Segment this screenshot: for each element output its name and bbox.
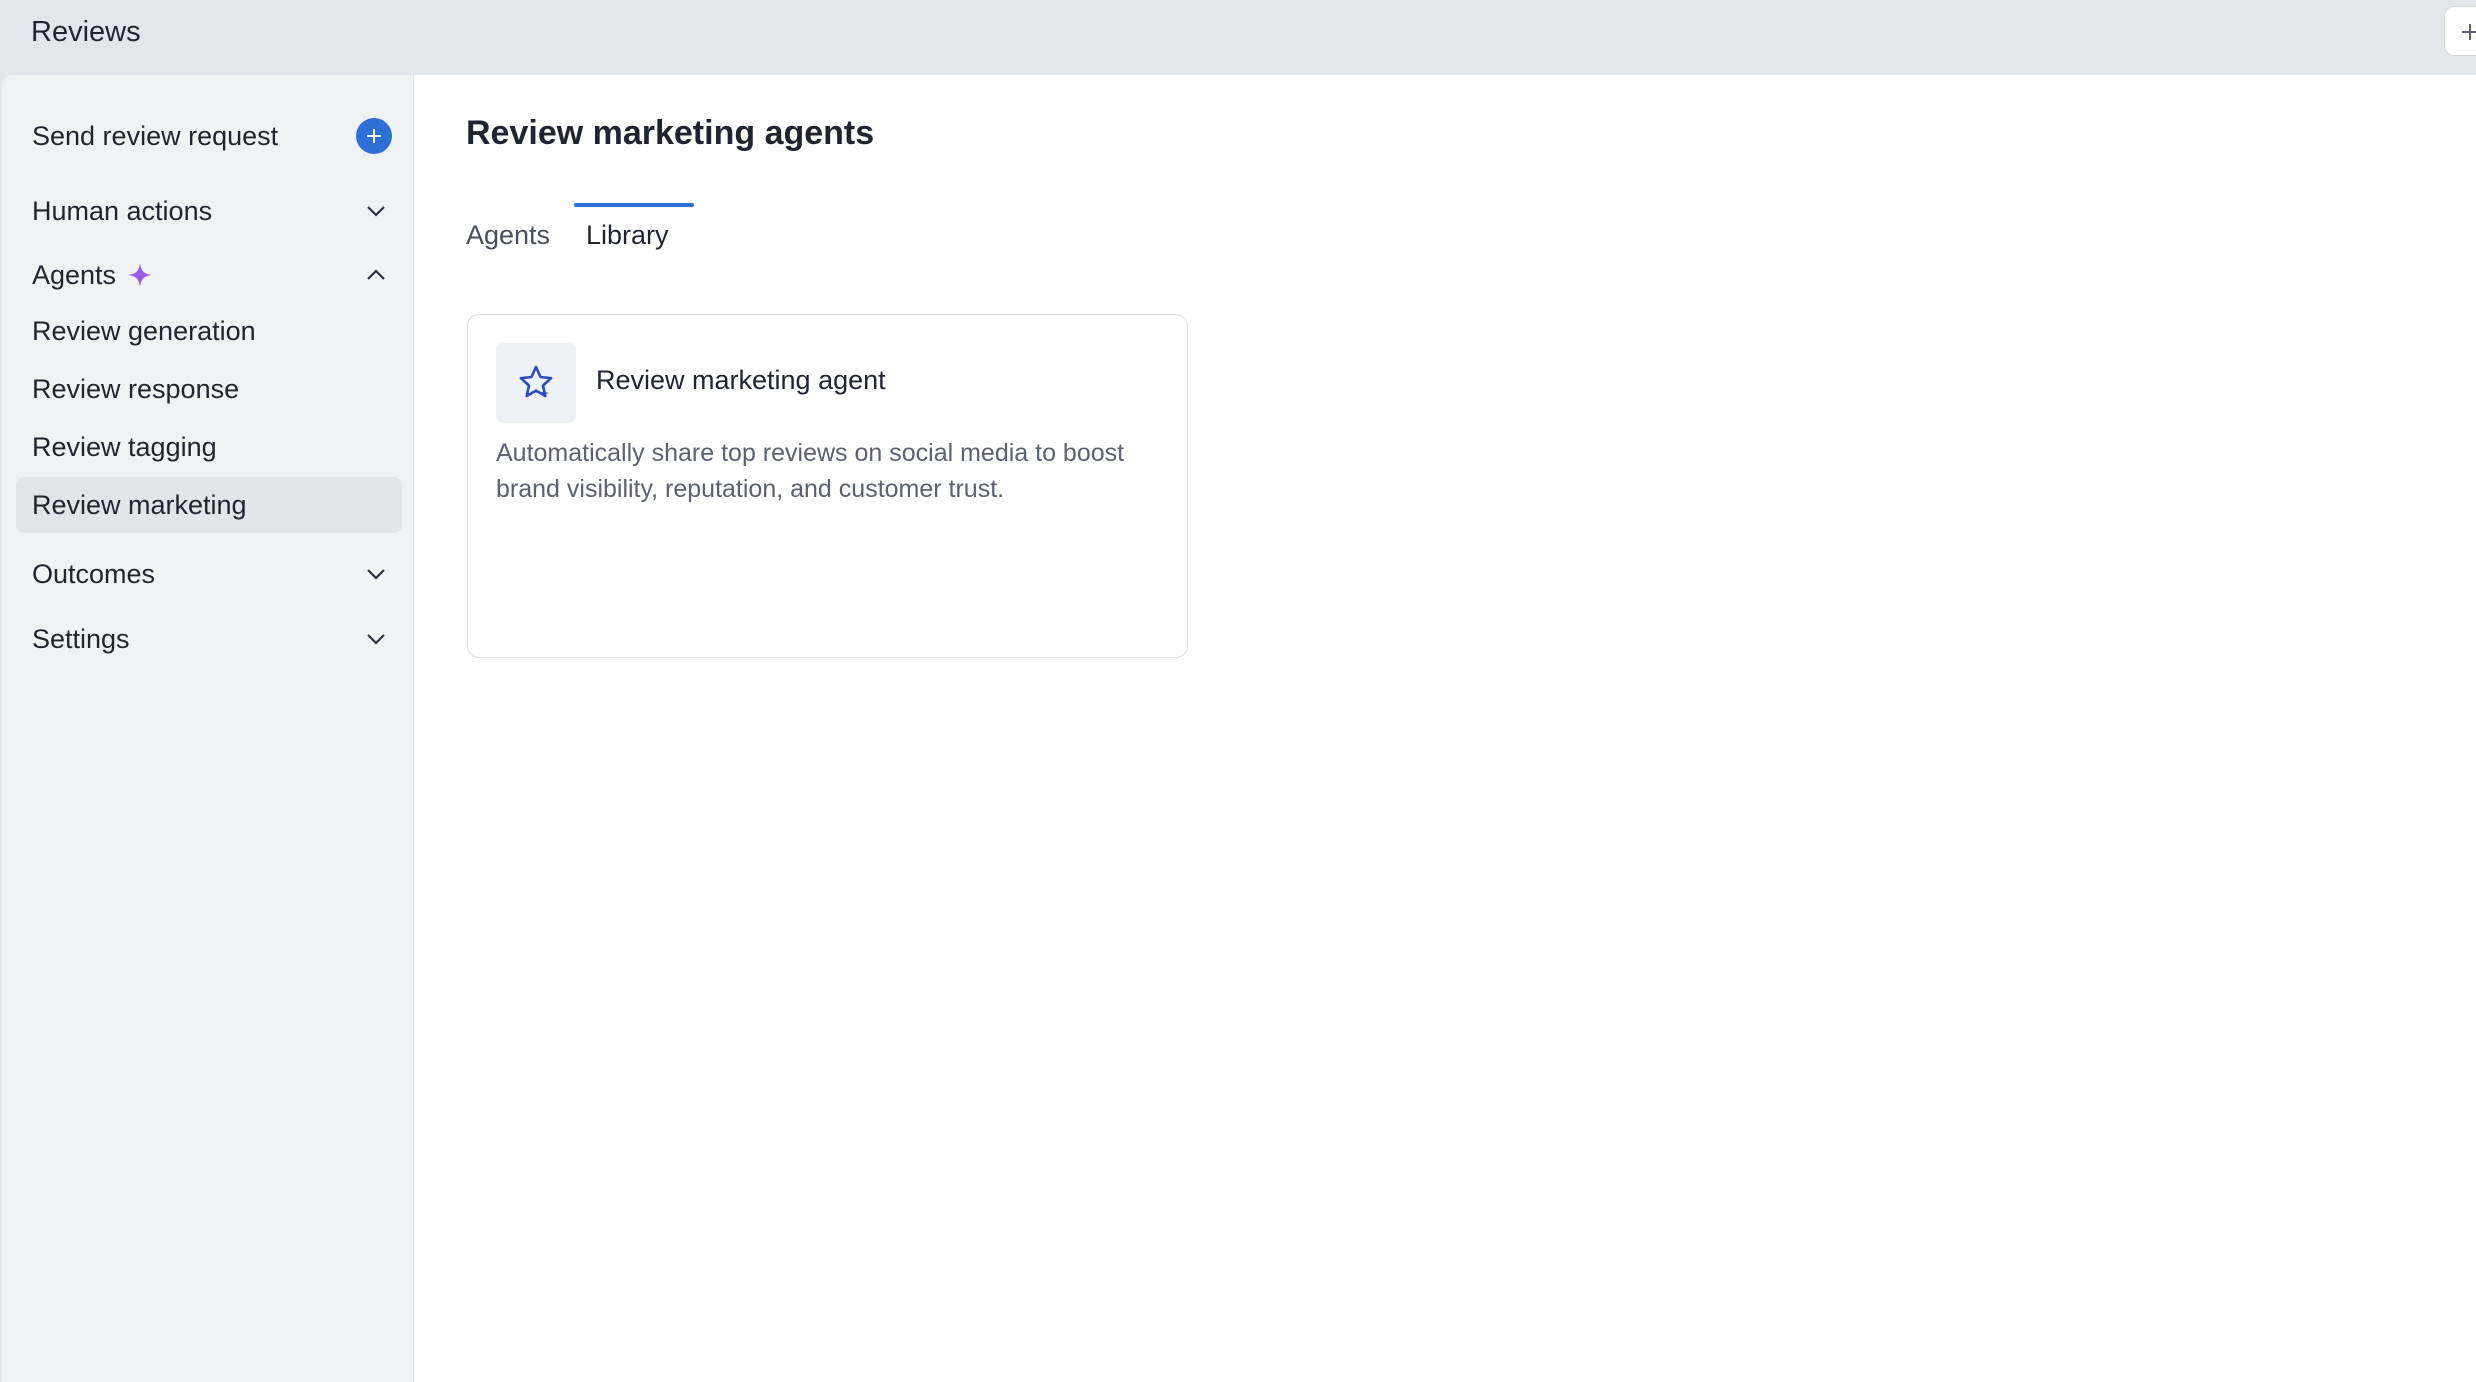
- sidebar-group-settings[interactable]: Settings: [16, 611, 402, 667]
- active-tab-indicator: [574, 203, 694, 207]
- sidebar-item-review-generation[interactable]: Review generation: [16, 303, 402, 359]
- agent-card-title: Review marketing agent: [596, 365, 886, 395]
- sidebar-group-label: Agents: [32, 259, 117, 290]
- chevron-down-icon: [367, 634, 385, 645]
- sidebar-item-review-response[interactable]: Review response: [16, 361, 402, 417]
- sidebar-group-label: Human actions: [32, 195, 213, 226]
- chevron-down-icon: [367, 569, 385, 580]
- page-title: Review marketing agents: [466, 114, 875, 152]
- tab-agents[interactable]: Agents: [450, 215, 566, 275]
- top-bar: Reviews: [0, 0, 2476, 75]
- corner-add-button[interactable]: [2444, 6, 2476, 56]
- sidebar-item-label: Review tagging: [32, 431, 217, 462]
- plus-circle-icon[interactable]: [356, 118, 392, 154]
- plus-icon: [2462, 24, 2476, 40]
- sidebar-group-agents[interactable]: Agents: [16, 247, 402, 303]
- agent-card-description: Automatically share top reviews on socia…: [496, 439, 1125, 503]
- send-review-request-label: Send review request: [32, 120, 279, 151]
- sidebar-item-label: Review response: [32, 373, 240, 404]
- app-title: Reviews: [31, 16, 141, 48]
- chevron-up-icon: [367, 269, 385, 280]
- sparkle-icon: [128, 263, 152, 287]
- sidebar-group-label: Outcomes: [32, 558, 156, 589]
- sidebar-item-review-marketing[interactable]: Review marketing: [16, 477, 402, 533]
- sidebar-item-label: Review marketing: [32, 489, 247, 520]
- sidebar-group-human-actions[interactable]: Human actions: [16, 183, 402, 239]
- main-content: Review marketing agents Agents Library: [414, 75, 2476, 1382]
- sidebar-item-review-tagging[interactable]: Review tagging: [16, 419, 402, 475]
- agent-card[interactable]: Review marketing agent Automatically sha…: [467, 314, 1188, 658]
- chevron-down-icon: [367, 206, 385, 217]
- star-sparkle-icon: [496, 343, 576, 423]
- sidebar-item-label: Review generation: [32, 315, 256, 346]
- sidebar-group-label: Settings: [32, 623, 130, 654]
- sidebar-group-outcomes[interactable]: Outcomes: [16, 546, 402, 602]
- sidebar: Send review request Human actions Agents…: [2, 75, 414, 1382]
- tab-library[interactable]: Library: [570, 215, 685, 275]
- send-review-request-button[interactable]: Send review request: [16, 108, 402, 164]
